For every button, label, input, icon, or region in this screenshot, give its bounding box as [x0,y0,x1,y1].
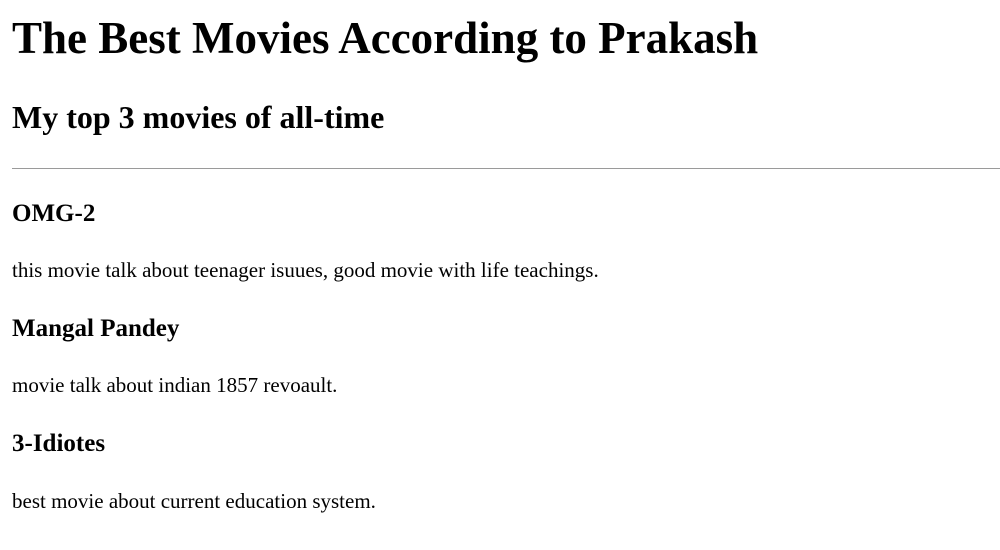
section-divider [12,168,1000,169]
page-subtitle: My top 3 movies of all-time [12,99,385,135]
movie-description-2: movie talk about indian 1857 revoault. [12,373,338,397]
movie-title-3: 3-Idiotes [12,430,106,457]
movie-title-1: OMG-2 [12,200,96,227]
page-title: The Best Movies According to Prakash [12,13,759,63]
movie-title-2: Mangal Pandey [12,315,180,342]
movie-description-3: best movie about current education syste… [12,489,376,513]
page: The Best Movies According to Prakash My … [0,0,1000,550]
movie-description-1: this movie talk about teenager isuues, g… [12,258,599,282]
